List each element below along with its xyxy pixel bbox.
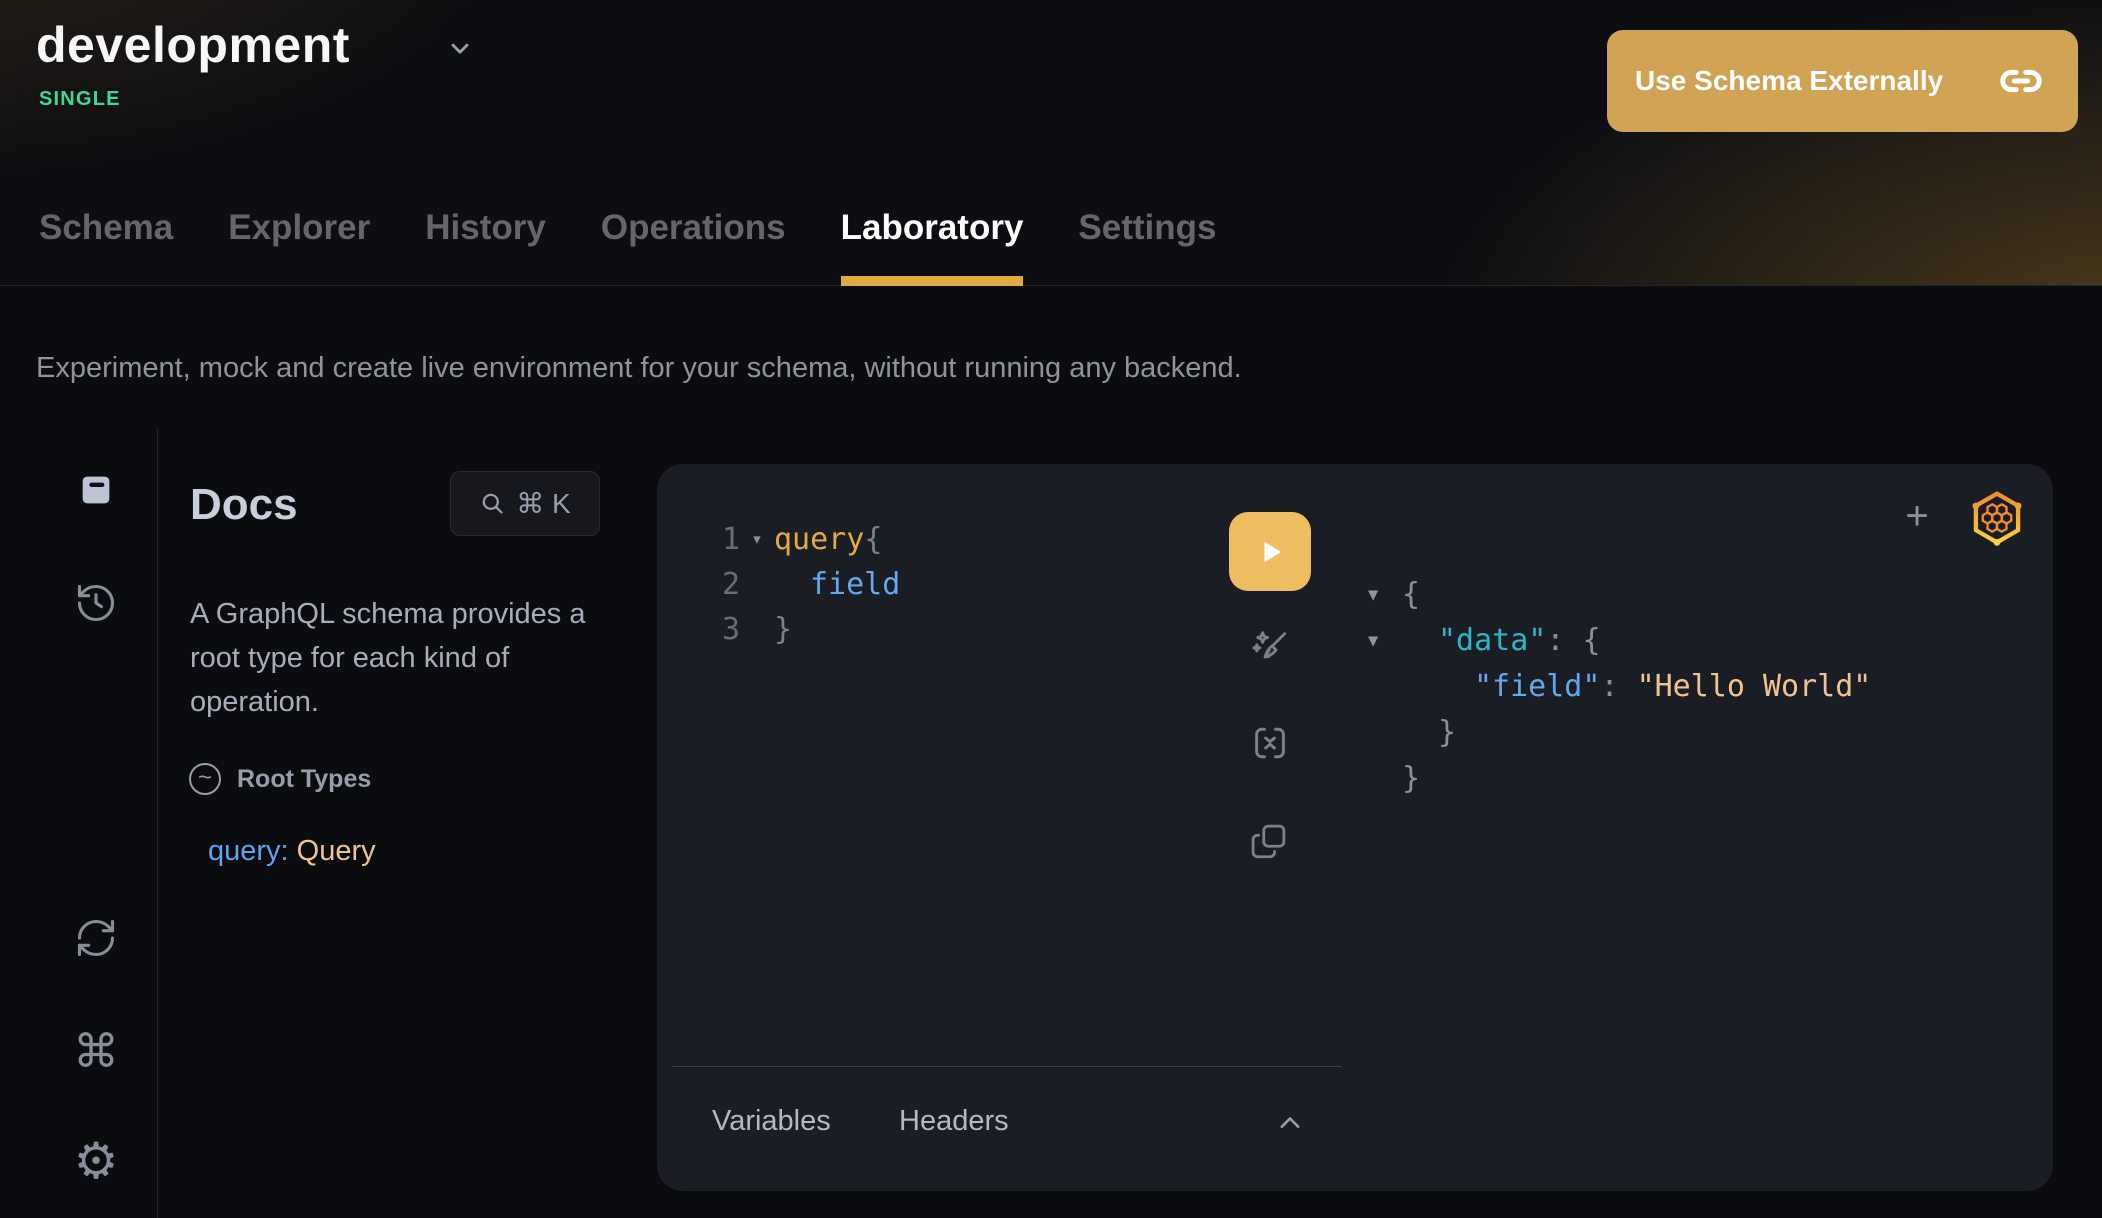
fold-spacer [740,562,774,607]
json-key-field: "field" [1474,669,1600,704]
line-number: 2 [698,562,740,607]
fold-spacer [740,607,774,652]
fold-spacer [1368,756,1402,802]
tab-explorer[interactable]: Explorer [228,208,370,286]
brace-token: { [1402,572,1420,618]
fold-triangle-icon[interactable]: ▼ [1368,572,1402,618]
root-field-name: query [208,835,281,867]
tab-operations[interactable]: Operations [601,208,786,286]
tab-schema[interactable]: Schema [39,208,173,286]
response-line: ▼ "data": { [1368,618,1871,664]
tab-settings[interactable]: Settings [1078,208,1216,286]
use-schema-externally-label: Use Schema Externally [1635,65,1943,97]
line-number: 3 [698,607,740,652]
response-line: "field": "Hello World" [1368,664,1871,710]
collapse-chevron-up-icon[interactable] [1271,1108,1309,1136]
brace-token: } [1402,710,1456,756]
tab-laboratory[interactable]: Laboratory [841,208,1024,286]
sidebar-divider [157,429,158,1218]
copy-query-icon[interactable] [1248,820,1292,864]
settings-gear-icon[interactable]: ⚙ [72,1137,120,1185]
history-clock-icon[interactable] [72,579,120,627]
search-shortcut-label: ⌘ K [516,487,570,520]
editor-footer-divider [672,1066,1342,1067]
search-icon [479,490,506,517]
response-line: } [1368,710,1871,756]
field-token: field [774,562,900,607]
brace-token: } [774,607,792,652]
response-viewer: ▼ { ▼ "data": { "field": "Hello World" }… [1368,572,1871,802]
response-line: ▼ { [1368,572,1871,618]
keyword-token: query [774,522,864,557]
tab-headers[interactable]: Headers [899,1105,1009,1138]
docs-book-icon[interactable] [72,466,120,514]
page-header: development SINGLE Use Schema Externally… [0,0,2102,286]
query-editor[interactable]: 1 ▾ query{ 2 field 3 } [698,517,900,652]
root-field-separator: : [281,835,297,867]
fold-spacer [1368,710,1402,756]
execute-query-button[interactable] [1229,512,1311,591]
fold-spacer [1368,664,1402,710]
tilde-circle-icon: ~ [189,763,221,795]
docs-description: A GraphQL schema provides a root type fo… [190,592,626,724]
fold-triangle-icon[interactable]: ▾ [740,517,774,562]
merge-fragments-icon[interactable] [1248,721,1292,765]
main-nav-tabs: Schema Explorer History Operations Labor… [39,0,1217,286]
reload-icon[interactable] [72,914,120,962]
brace-token: { [864,522,882,557]
tab-variables[interactable]: Variables [712,1105,831,1138]
tab-history[interactable]: History [425,208,546,286]
fold-triangle-icon[interactable]: ▼ [1368,618,1402,664]
link-icon [1998,58,2044,104]
root-types-section[interactable]: ~ Root Types [189,763,371,795]
play-icon [1251,533,1289,571]
command-shortcuts-icon[interactable]: ⌘ [72,1027,120,1075]
laboratory-page: development SINGLE Use Schema Externally… [0,0,2102,1218]
docs-search-button[interactable]: ⌘ K [450,471,600,536]
editor-line: 1 ▾ query{ [698,517,900,562]
page-subtitle: Experiment, mock and create live environ… [36,352,1242,385]
root-type-name: Query [297,835,376,867]
colon-token: : [1600,669,1636,704]
docs-heading: Docs [190,480,298,530]
brace-token: { [1583,623,1601,658]
colon-token: : [1546,623,1582,658]
root-types-label: Root Types [237,765,371,794]
line-number: 1 [698,517,740,562]
json-value-hello-world: "Hello World" [1637,669,1872,704]
add-tab-plus-icon[interactable]: + [1893,492,1941,540]
json-key-data: "data" [1438,623,1546,658]
root-query-link[interactable]: query: Query [208,835,376,868]
response-line: } [1368,756,1871,802]
editor-line: 2 field [698,562,900,607]
graphql-hive-logo-icon[interactable] [1967,488,2027,548]
editor-line: 3 } [698,607,900,652]
brace-token: } [1402,756,1420,802]
use-schema-externally-button[interactable]: Use Schema Externally [1607,30,2078,132]
prettify-magic-broom-icon[interactable] [1248,626,1292,670]
